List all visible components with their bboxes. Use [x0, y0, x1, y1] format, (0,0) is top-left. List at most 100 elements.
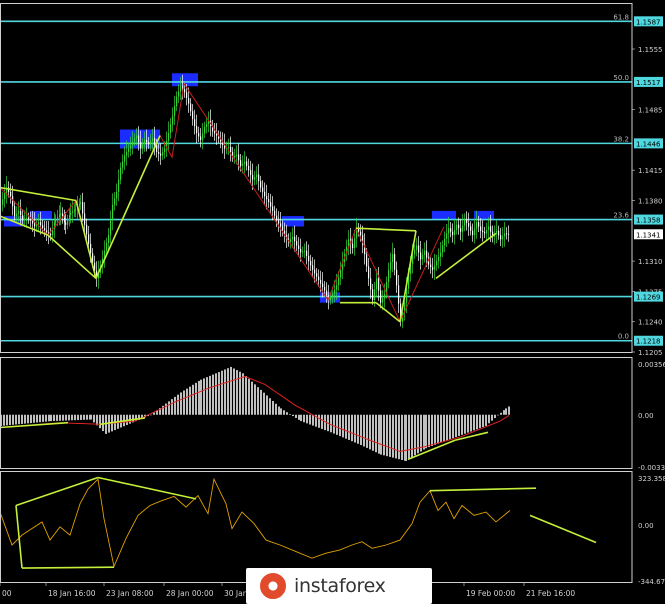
candle-body [450, 228, 452, 232]
time-axis-label: 21 Feb 16:00 [526, 589, 575, 598]
macd-histogram-bar [437, 414, 439, 444]
macd-histogram-bar [303, 414, 305, 423]
macd-histogram-bar [27, 414, 29, 424]
candle-body [116, 191, 118, 199]
macd-histogram-bar [318, 414, 320, 428]
candle-body [136, 135, 138, 139]
cci-line [0, 477, 511, 568]
macd-histogram-bar [431, 414, 433, 446]
macd-histogram-bar [378, 414, 380, 454]
candle-body [394, 254, 396, 270]
candle-body [240, 160, 242, 166]
candle-body [272, 206, 274, 211]
candle-body [480, 226, 482, 231]
candle-body [108, 235, 110, 243]
time-axis-label: 23 Jan 08:00 [106, 589, 154, 598]
price-axis-label: 1.1446 [636, 140, 661, 148]
macd-histogram-bar [195, 382, 197, 415]
candle-body [372, 289, 374, 301]
macd-histogram-bar [177, 394, 179, 415]
panel-border [0, 471, 633, 583]
candle-body [38, 222, 40, 225]
macd-histogram-bar [351, 414, 353, 442]
macd-histogram-bar [470, 414, 472, 432]
candle-body [18, 210, 20, 214]
candle-body [2, 199, 4, 205]
macd-histogram-bar [269, 398, 271, 415]
price-axis-label: 1.1415 [638, 167, 663, 175]
instaforex-logo-icon [260, 573, 286, 599]
macd-histogram-bar [455, 414, 457, 438]
candle-body [204, 126, 206, 134]
candle-body [126, 152, 128, 156]
candle-body [176, 96, 178, 107]
macd-histogram-bar [168, 401, 170, 415]
fibonacci-level-label: 23.6 [613, 212, 629, 220]
candle-body [324, 287, 326, 291]
candle-body [502, 236, 504, 240]
macd-histogram-bar [321, 414, 323, 429]
fibonacci-level-label: 61.8 [613, 13, 629, 21]
candle-body [336, 285, 338, 290]
candle-body [476, 222, 478, 229]
candle-body [326, 290, 328, 296]
macd-histogram-bar [15, 414, 17, 425]
price-axis-label: 1.1341 [636, 231, 661, 239]
candle-body [75, 209, 77, 210]
candle-body [186, 92, 188, 98]
candle-body [64, 217, 66, 223]
candle-body [170, 124, 172, 133]
macd-histogram-bar [458, 414, 460, 436]
macd-histogram-bar [180, 392, 182, 415]
candle-body [382, 298, 384, 303]
macd-histogram-bar [174, 396, 176, 415]
candle-body [196, 126, 198, 133]
candle-body [202, 133, 204, 140]
candle-body [238, 154, 240, 161]
macd-histogram-bar [99, 414, 101, 429]
highlight-zone [474, 210, 494, 220]
zigzag-line [0, 82, 445, 323]
macd-histogram-bar [71, 414, 73, 421]
candle-body [468, 223, 470, 227]
candle-body [266, 196, 268, 200]
candle-body [354, 238, 356, 249]
macd-histogram-bar [420, 414, 422, 452]
time-axis-label: 19 Feb 00:00 [466, 589, 515, 598]
candle-body [106, 242, 108, 251]
candle-body [474, 228, 476, 236]
candle-body [440, 252, 442, 257]
macd-histogram-bar [50, 414, 52, 422]
candle-body [280, 223, 282, 227]
trendline [399, 230, 417, 322]
candle-body [192, 111, 194, 120]
candle-body [40, 222, 42, 226]
candle-body [152, 138, 154, 142]
candle-body [506, 233, 508, 235]
price-axis-label: 1.1310 [638, 258, 663, 266]
macd-histogram-bar [366, 414, 368, 448]
highlight-zone [432, 210, 456, 220]
candle-body [352, 243, 354, 249]
candle-body [128, 148, 130, 153]
macd-histogram-bar [83, 414, 85, 420]
watermark-text: instaforex [294, 575, 386, 597]
candle-body [228, 146, 230, 148]
candle-body [290, 239, 292, 243]
candle-body [88, 234, 90, 244]
candle-body [55, 219, 57, 223]
candle-body [236, 154, 238, 156]
candle-body [22, 215, 24, 220]
macd-histogram-bar [33, 414, 35, 423]
macd-histogram-bar [150, 414, 152, 416]
macd-histogram-bar [93, 414, 95, 423]
macd-histogram-bar [500, 412, 502, 415]
macd-histogram-bar [86, 414, 88, 420]
macd-histogram-bar [434, 414, 436, 445]
chart-canvas: 61.8 50.0 38.2 23.6 0.0 1.1587 1.1555 1.1517 1.1… [0, 3, 665, 598]
candle-body [60, 213, 62, 215]
candle-body [24, 218, 26, 220]
macd-histogram-bar [65, 414, 67, 421]
candle-body [164, 148, 166, 153]
candle-body [482, 230, 484, 233]
